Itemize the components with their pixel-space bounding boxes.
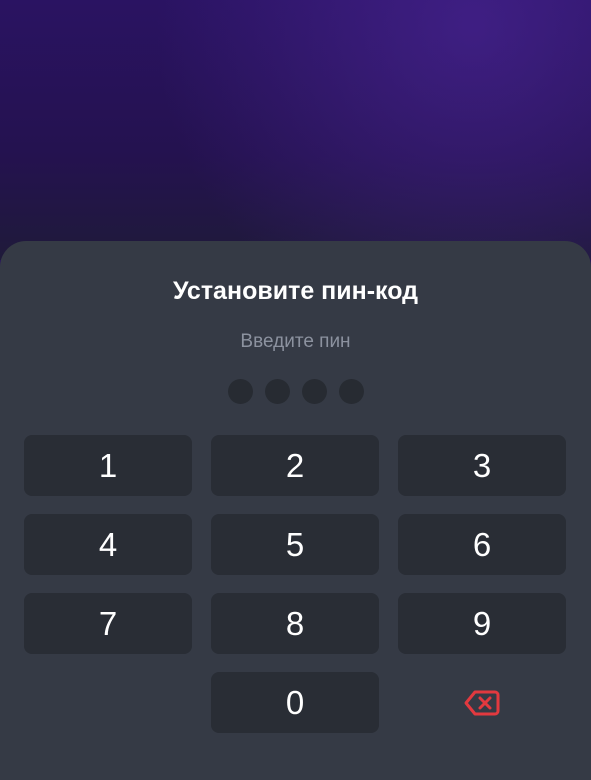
pin-dot xyxy=(265,379,290,404)
pin-setup-screen: Установите пин-код Введите пин 1 2 3 4 5… xyxy=(0,0,591,780)
keypad-key-8[interactable]: 8 xyxy=(211,593,379,654)
backspace-button[interactable] xyxy=(398,672,566,733)
background-gradient xyxy=(0,0,591,260)
pin-dot xyxy=(228,379,253,404)
keypad-key-0[interactable]: 0 xyxy=(211,672,379,733)
pin-subtitle: Введите пин xyxy=(240,331,351,352)
keypad-key-6[interactable]: 6 xyxy=(398,514,566,575)
pin-dot xyxy=(339,379,364,404)
pin-title: Установите пин-код xyxy=(172,277,419,305)
keypad-key-9[interactable]: 9 xyxy=(398,593,566,654)
pin-indicator xyxy=(228,379,364,405)
keypad-key-7[interactable]: 7 xyxy=(24,593,192,654)
keypad-key-3[interactable]: 3 xyxy=(398,435,566,496)
keypad-key-1[interactable]: 1 xyxy=(24,435,192,496)
keypad-key-2[interactable]: 2 xyxy=(211,435,379,496)
keypad-key-4[interactable]: 4 xyxy=(24,514,192,575)
keypad-key-5[interactable]: 5 xyxy=(211,514,379,575)
pin-dot xyxy=(302,379,327,404)
backspace-icon xyxy=(464,690,500,715)
